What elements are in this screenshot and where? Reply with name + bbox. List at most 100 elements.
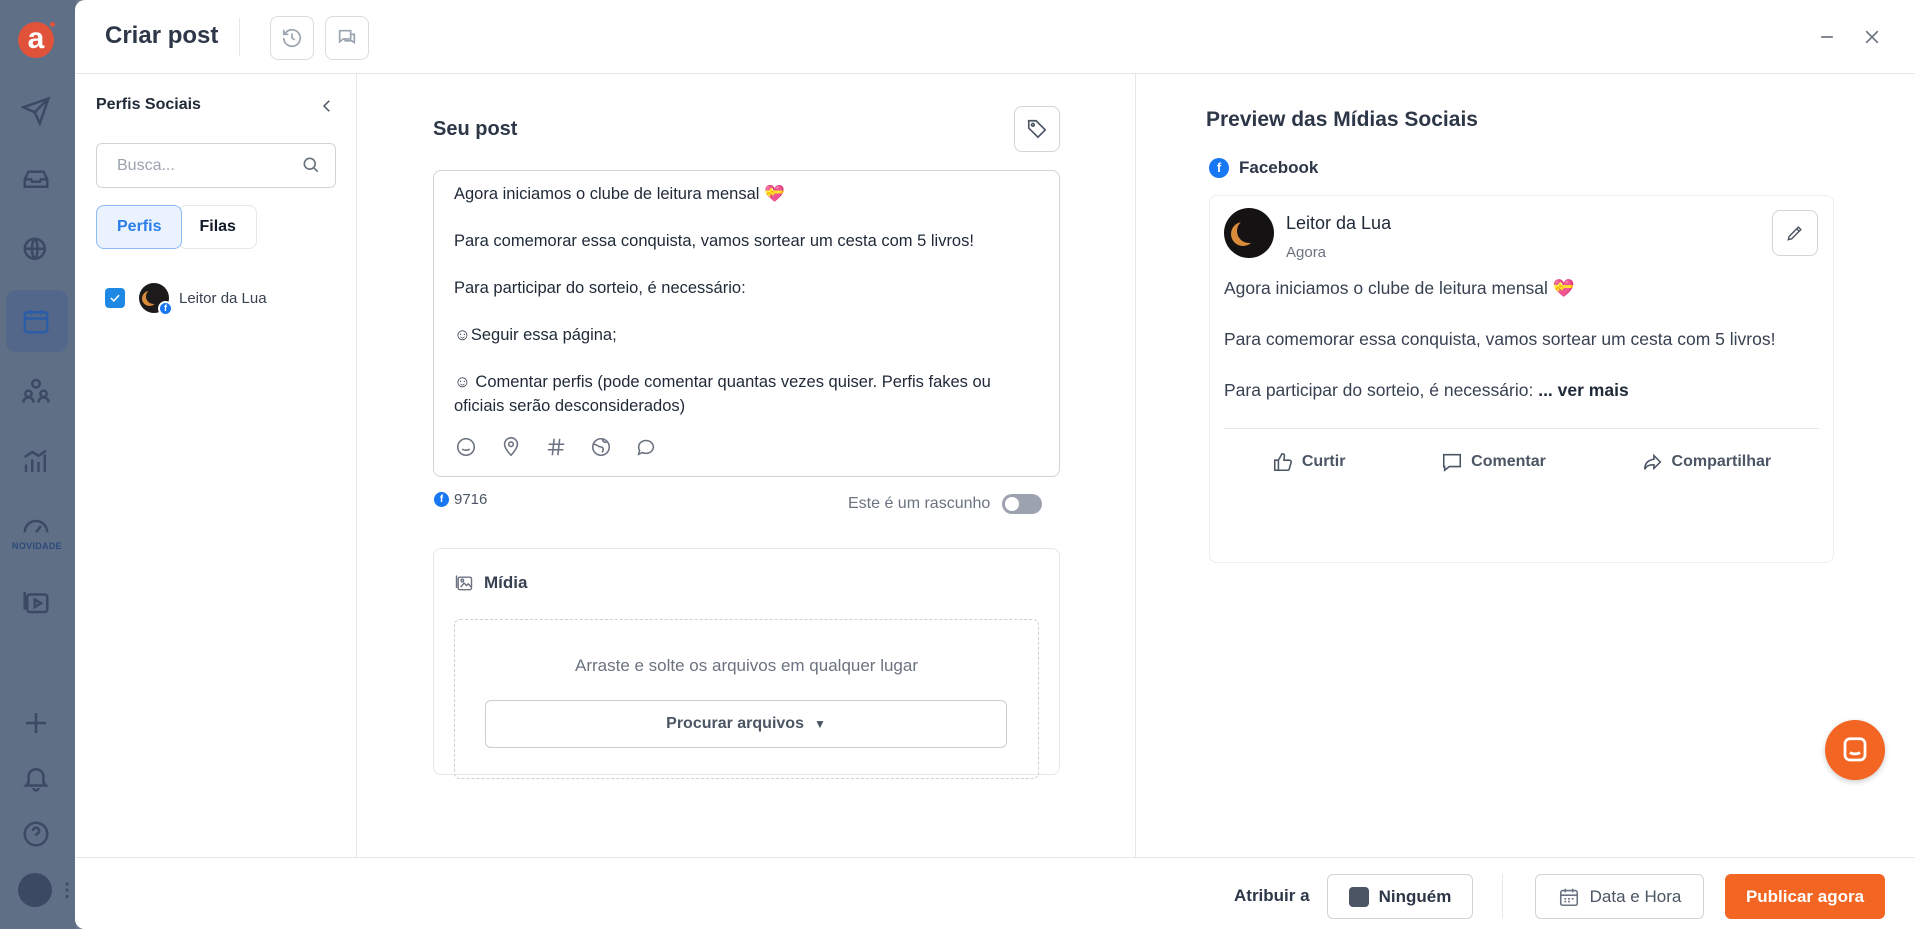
profile-name: Leitor da Lua bbox=[179, 289, 267, 307]
post-editor-panel: Seu post Agora iniciamos o clube de leit… bbox=[358, 74, 1136, 857]
profile-search bbox=[96, 143, 336, 188]
footer-divider bbox=[1502, 874, 1503, 918]
tab-filas[interactable]: Filas bbox=[178, 205, 257, 249]
draft-toggle[interactable] bbox=[1002, 494, 1043, 514]
support-chat-button[interactable] bbox=[1825, 720, 1885, 780]
post-title: Seu post bbox=[433, 118, 518, 140]
location-icon[interactable] bbox=[499, 435, 522, 458]
team-icon[interactable] bbox=[20, 374, 52, 406]
post-text-editor[interactable]: Agora iniciamos o clube de leitura mensa… bbox=[433, 170, 1060, 477]
post-actions: Curtir Comentar Compartilhar bbox=[1224, 451, 1819, 473]
media-section: Mídia Arraste e solte os arquivos em qua… bbox=[433, 548, 1060, 779]
chevron-left-icon bbox=[322, 100, 330, 112]
collapse-panel-button[interactable] bbox=[315, 94, 339, 118]
preview-line: Para comemorar essa conquista, vamos sor… bbox=[1224, 329, 1776, 349]
check-icon bbox=[110, 294, 120, 303]
page-title: Criar post bbox=[105, 22, 219, 49]
see-more-link[interactable]: ... ver mais bbox=[1538, 380, 1628, 400]
like-action[interactable]: Curtir bbox=[1272, 451, 1346, 473]
profiles-title: Perfis Sociais bbox=[96, 96, 201, 113]
draft-toggle-row: Este é um rascunho bbox=[848, 494, 1043, 514]
chat-icon[interactable] bbox=[634, 435, 657, 458]
new-badge: NOVIDADE bbox=[12, 541, 62, 551]
comments-icon bbox=[338, 29, 356, 45]
preview-title: Preview das Mídias Sociais bbox=[1206, 108, 1478, 131]
comments-button[interactable] bbox=[325, 16, 369, 60]
calendar-icon bbox=[1559, 888, 1578, 906]
preview-panel: Preview das Mídias Sociais f Facebook Le… bbox=[1137, 74, 1915, 857]
media-dropzone[interactable]: Arraste e solte os arquivos em qualquer … bbox=[454, 619, 1039, 779]
search-input[interactable] bbox=[97, 144, 292, 187]
tab-perfis[interactable]: Perfis bbox=[96, 205, 183, 249]
post-text[interactable]: Agora iniciamos o clube de leitura mensa… bbox=[454, 183, 1044, 418]
caret-down-icon: ▼ bbox=[813, 717, 826, 731]
add-icon[interactable] bbox=[20, 707, 52, 739]
analytics-icon[interactable] bbox=[20, 446, 52, 478]
schedule-button[interactable]: Data e Hora bbox=[1535, 874, 1704, 919]
bell-icon[interactable] bbox=[20, 762, 52, 794]
history-icon bbox=[282, 29, 302, 48]
minimize-icon bbox=[1821, 36, 1833, 38]
search-icon[interactable] bbox=[301, 155, 323, 177]
profile-item[interactable]: f Leitor da Lua bbox=[105, 282, 267, 316]
facebook-post-preview: Leitor da Lua Agora Agora iniciamos o cl… bbox=[1209, 195, 1834, 563]
app-sidebar: a NOVIDADE ⋮ bbox=[0, 0, 76, 929]
preview-network: f Facebook bbox=[1209, 158, 1318, 178]
user-avatar[interactable] bbox=[18, 873, 52, 907]
comment-icon bbox=[1443, 453, 1462, 472]
history-button[interactable] bbox=[270, 16, 314, 60]
inbox-icon[interactable] bbox=[20, 162, 52, 194]
chat-bubble-icon bbox=[1843, 737, 1867, 762]
preview-line: Agora iniciamos o clube de leitura mensa… bbox=[1224, 278, 1575, 298]
preview-network-name: Facebook bbox=[1239, 158, 1319, 177]
share-action[interactable]: Compartilhar bbox=[1642, 451, 1772, 473]
pencil-icon bbox=[1787, 226, 1802, 241]
media-library-icon[interactable] bbox=[20, 586, 52, 618]
tag-icon bbox=[1027, 119, 1047, 139]
profile-avatar: f bbox=[139, 283, 173, 316]
header-divider bbox=[239, 18, 240, 56]
assignee-avatar bbox=[1348, 886, 1369, 907]
more-icon[interactable]: ⋮ bbox=[58, 880, 76, 901]
share-label: Compartilhar bbox=[1671, 453, 1772, 470]
send-icon[interactable] bbox=[20, 95, 52, 127]
editor-toolbar bbox=[454, 435, 657, 458]
preview-line: Para participar do sorteio, é necessário… bbox=[1224, 378, 1824, 429]
globe-icon[interactable] bbox=[589, 435, 612, 458]
browse-files-button[interactable]: Procurar arquivos ▼ bbox=[485, 700, 1007, 748]
hashtag-icon[interactable] bbox=[544, 435, 567, 458]
edit-preview-button[interactable] bbox=[1772, 210, 1818, 256]
help-icon[interactable] bbox=[20, 818, 52, 850]
assign-label: Atribuir a bbox=[1234, 886, 1310, 905]
tag-button[interactable] bbox=[1014, 106, 1060, 152]
preview-text: Agora iniciamos o clube de leitura mensa… bbox=[1224, 276, 1824, 429]
thumbs-up-icon bbox=[1273, 452, 1292, 472]
globe-search-icon[interactable] bbox=[20, 234, 52, 266]
assignee-select[interactable]: Ninguém bbox=[1327, 874, 1473, 919]
browse-files-label: Procurar arquivos bbox=[666, 715, 804, 732]
modal-header: Criar post bbox=[75, 0, 1915, 74]
dropzone-text: Arraste e solte os arquivos em qualquer … bbox=[574, 656, 918, 675]
profile-tabs: Perfis Filas bbox=[96, 205, 257, 249]
publish-now-button[interactable]: Publicar agora bbox=[1725, 874, 1885, 919]
facebook-badge-icon: f bbox=[158, 301, 173, 316]
profile-checkbox[interactable] bbox=[105, 288, 125, 308]
author-name: Leitor da Lua bbox=[1286, 213, 1392, 233]
like-label: Curtir bbox=[1301, 453, 1346, 470]
close-button[interactable] bbox=[1857, 22, 1887, 52]
comment-action[interactable]: Comentar bbox=[1441, 451, 1546, 473]
emoji-icon[interactable] bbox=[454, 435, 477, 458]
schedule-label: Data e Hora bbox=[1589, 886, 1682, 906]
character-count-value: 9716 bbox=[454, 491, 488, 508]
app-logo[interactable]: a bbox=[18, 20, 57, 58]
post-time: Agora bbox=[1286, 244, 1327, 261]
divider bbox=[1224, 428, 1819, 429]
gauge-icon[interactable] bbox=[20, 510, 52, 542]
minimize-button[interactable] bbox=[1812, 22, 1842, 52]
facebook-icon: f bbox=[1209, 158, 1229, 178]
images-icon bbox=[455, 575, 473, 591]
character-count: f 9716 bbox=[434, 491, 487, 508]
close-icon bbox=[1865, 30, 1879, 44]
create-post-modal: Criar post Perfis Sociais Perfis Filas bbox=[75, 0, 1915, 929]
calendar-icon[interactable] bbox=[20, 305, 52, 337]
